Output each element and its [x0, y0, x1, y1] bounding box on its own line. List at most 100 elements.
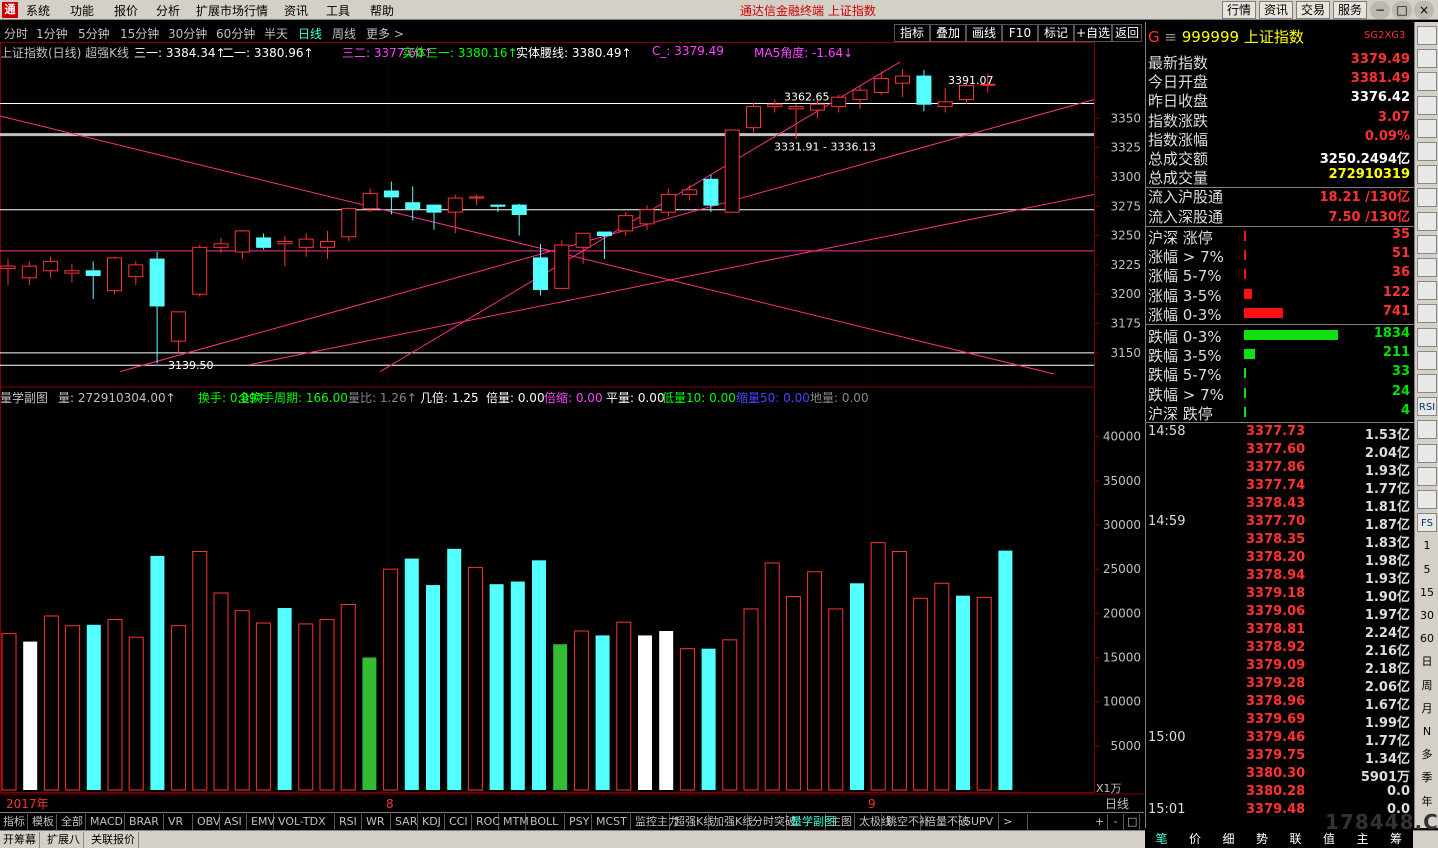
minimize-icon[interactable]: − — [1370, 1, 1390, 19]
period-1min[interactable]: 1分钟 — [36, 25, 68, 42]
quote-panel-tab[interactable]: 笔 — [1145, 831, 1178, 847]
quote-panel-tab[interactable]: 细 — [1212, 831, 1245, 847]
indicator-tab[interactable]: 倍量不破 — [922, 814, 969, 830]
side-strip-button[interactable] — [1417, 211, 1437, 231]
period-half-day[interactable]: 半天 — [264, 25, 288, 42]
side-strip-button[interactable] — [1417, 374, 1437, 393]
side-strip-button[interactable] — [1417, 443, 1437, 463]
period-15min[interactable]: 15分钟 — [120, 25, 159, 42]
back-button[interactable]: 返回 — [1112, 24, 1142, 42]
side-strip-button[interactable] — [1417, 327, 1437, 347]
indicator-tab[interactable]: 超强K线 — [671, 814, 714, 830]
side-strip-button[interactable] — [1417, 142, 1437, 161]
news-button[interactable]: 资讯 — [1259, 1, 1294, 19]
indicator-button[interactable]: 指标 — [894, 24, 930, 42]
side-strip-button[interactable]: 15 — [1417, 583, 1437, 602]
side-strip-button[interactable]: 1 — [1417, 536, 1437, 555]
side-strip-button[interactable]: 日 — [1417, 652, 1437, 671]
menu-extended-market[interactable]: 扩展市场行情 — [196, 2, 268, 19]
tab-control[interactable]: - — [1108, 814, 1124, 830]
period-more[interactable]: 更多 > — [366, 25, 404, 42]
side-strip-button[interactable] — [1417, 420, 1437, 440]
side-strip-button[interactable] — [1417, 72, 1437, 92]
indicator-tab[interactable]: BOLL — [527, 814, 565, 830]
side-strip-button[interactable]: 60 — [1417, 629, 1437, 648]
period-30min[interactable]: 30分钟 — [168, 25, 207, 42]
period-daily[interactable]: 日线 — [298, 25, 322, 42]
period-tick[interactable]: 分时 — [4, 25, 28, 42]
tab-control[interactable]: + — [1092, 814, 1108, 830]
indicator-tab[interactable]: RSI — [336, 814, 362, 830]
tab-control[interactable]: □ — [1124, 814, 1140, 830]
side-strip-button[interactable] — [1417, 350, 1437, 370]
status-item[interactable]: 开筹幕 — [0, 832, 40, 848]
period-60min[interactable]: 60分钟 — [216, 25, 255, 42]
side-strip-button[interactable] — [1417, 234, 1437, 254]
menu-function[interactable]: 功能 — [70, 2, 94, 19]
indicator-tab[interactable]: 监控主力 — [632, 814, 679, 830]
menu-news[interactable]: 资讯 — [284, 2, 308, 19]
indicator-tab[interactable]: MACD — [87, 814, 125, 830]
overlay-button[interactable]: 叠加 — [930, 24, 966, 42]
period-5min[interactable]: 5分钟 — [78, 25, 110, 42]
menu-tools[interactable]: 工具 — [326, 2, 350, 19]
side-strip-button[interactable]: RSI — [1417, 397, 1437, 417]
mark-button[interactable]: 标记 — [1038, 24, 1074, 42]
side-strip-button[interactable]: 多 — [1417, 745, 1437, 764]
menu-help[interactable]: 帮助 — [370, 2, 394, 19]
indicator-tab[interactable]: ROC — [473, 814, 500, 830]
chart-area[interactable]: 3350 3325 3300 3275 3250 3225 3200 3175 3150 3391… — [0, 42, 1144, 812]
side-strip-button[interactable]: 月 — [1417, 699, 1437, 718]
indicator-tab[interactable]: BRAR — [126, 814, 164, 830]
side-strip-button[interactable] — [1417, 95, 1437, 115]
indicator-tab[interactable]: 全部 — [58, 814, 86, 830]
indicator-tab[interactable]: SUPV — [961, 814, 999, 830]
side-strip-button[interactable]: 季 — [1417, 768, 1437, 787]
indicator-tab[interactable]: OBV — [194, 814, 220, 830]
draw-line-button[interactable]: 画线 — [966, 24, 1002, 42]
close-icon[interactable]: × — [1414, 1, 1434, 19]
indicator-tab[interactable]: MTM — [500, 814, 529, 830]
indicator-tab[interactable]: 太极线 — [856, 814, 892, 830]
indicator-tab[interactable]: 指标 — [0, 814, 28, 830]
indicator-tab[interactable]: > — [1000, 814, 1028, 830]
side-strip-button[interactable] — [1417, 304, 1437, 324]
service-button[interactable]: 服务 — [1333, 1, 1368, 19]
quote-button[interactable]: 行情 — [1222, 1, 1257, 19]
quote-panel-tab[interactable]: 势 — [1246, 831, 1279, 847]
add-favorite-button[interactable]: +自选 — [1074, 24, 1112, 42]
period-weekly[interactable]: 周线 — [332, 25, 356, 42]
side-strip-button[interactable] — [1417, 49, 1437, 69]
menu-analysis[interactable]: 分析 — [156, 2, 180, 19]
side-strip-button[interactable]: 5 — [1417, 560, 1437, 579]
list-icon[interactable]: ≡ — [1164, 28, 1177, 46]
indicator-tab[interactable]: PSY — [566, 814, 592, 830]
maximize-icon[interactable]: □ — [1392, 1, 1412, 19]
indicator-tab[interactable]: VOL-TDX — [275, 814, 335, 830]
indicator-tab[interactable]: 跳空不补 — [883, 814, 930, 830]
indicator-tab[interactable]: 主图 — [827, 814, 855, 830]
side-strip-button[interactable] — [1417, 118, 1437, 138]
quote-panel-tab[interactable]: 联 — [1279, 831, 1312, 847]
side-strip-button[interactable]: FS — [1417, 513, 1437, 533]
side-strip-button[interactable] — [1417, 490, 1437, 509]
indicator-tab[interactable]: ASI — [221, 814, 247, 830]
side-strip-button[interactable] — [1417, 258, 1437, 277]
indicator-tab[interactable]: MCST — [593, 814, 631, 830]
side-strip-button[interactable] — [1417, 188, 1437, 208]
indicator-tab[interactable]: CCI — [446, 814, 472, 830]
indicator-tab[interactable]: EMV — [248, 814, 275, 830]
status-item[interactable]: 扩展八 — [44, 832, 84, 848]
indicator-tab[interactable]: SAR — [392, 814, 418, 830]
side-strip-button[interactable]: 年 — [1417, 792, 1437, 811]
indicator-tab[interactable]: KDJ — [419, 814, 445, 830]
indicator-tab[interactable]: 加强K线 — [710, 814, 753, 830]
side-strip-button[interactable] — [1417, 466, 1437, 486]
status-item[interactable]: 关联报价 — [88, 832, 139, 848]
side-strip-button[interactable]: 周 — [1417, 676, 1437, 695]
menu-quote[interactable]: 报价 — [114, 2, 138, 19]
side-strip-button[interactable] — [1417, 165, 1437, 185]
indicator-tab[interactable]: 分时突破 — [749, 814, 796, 830]
quote-panel-tab[interactable]: 价 — [1179, 831, 1212, 847]
indicator-tab[interactable]: VR — [165, 814, 193, 830]
